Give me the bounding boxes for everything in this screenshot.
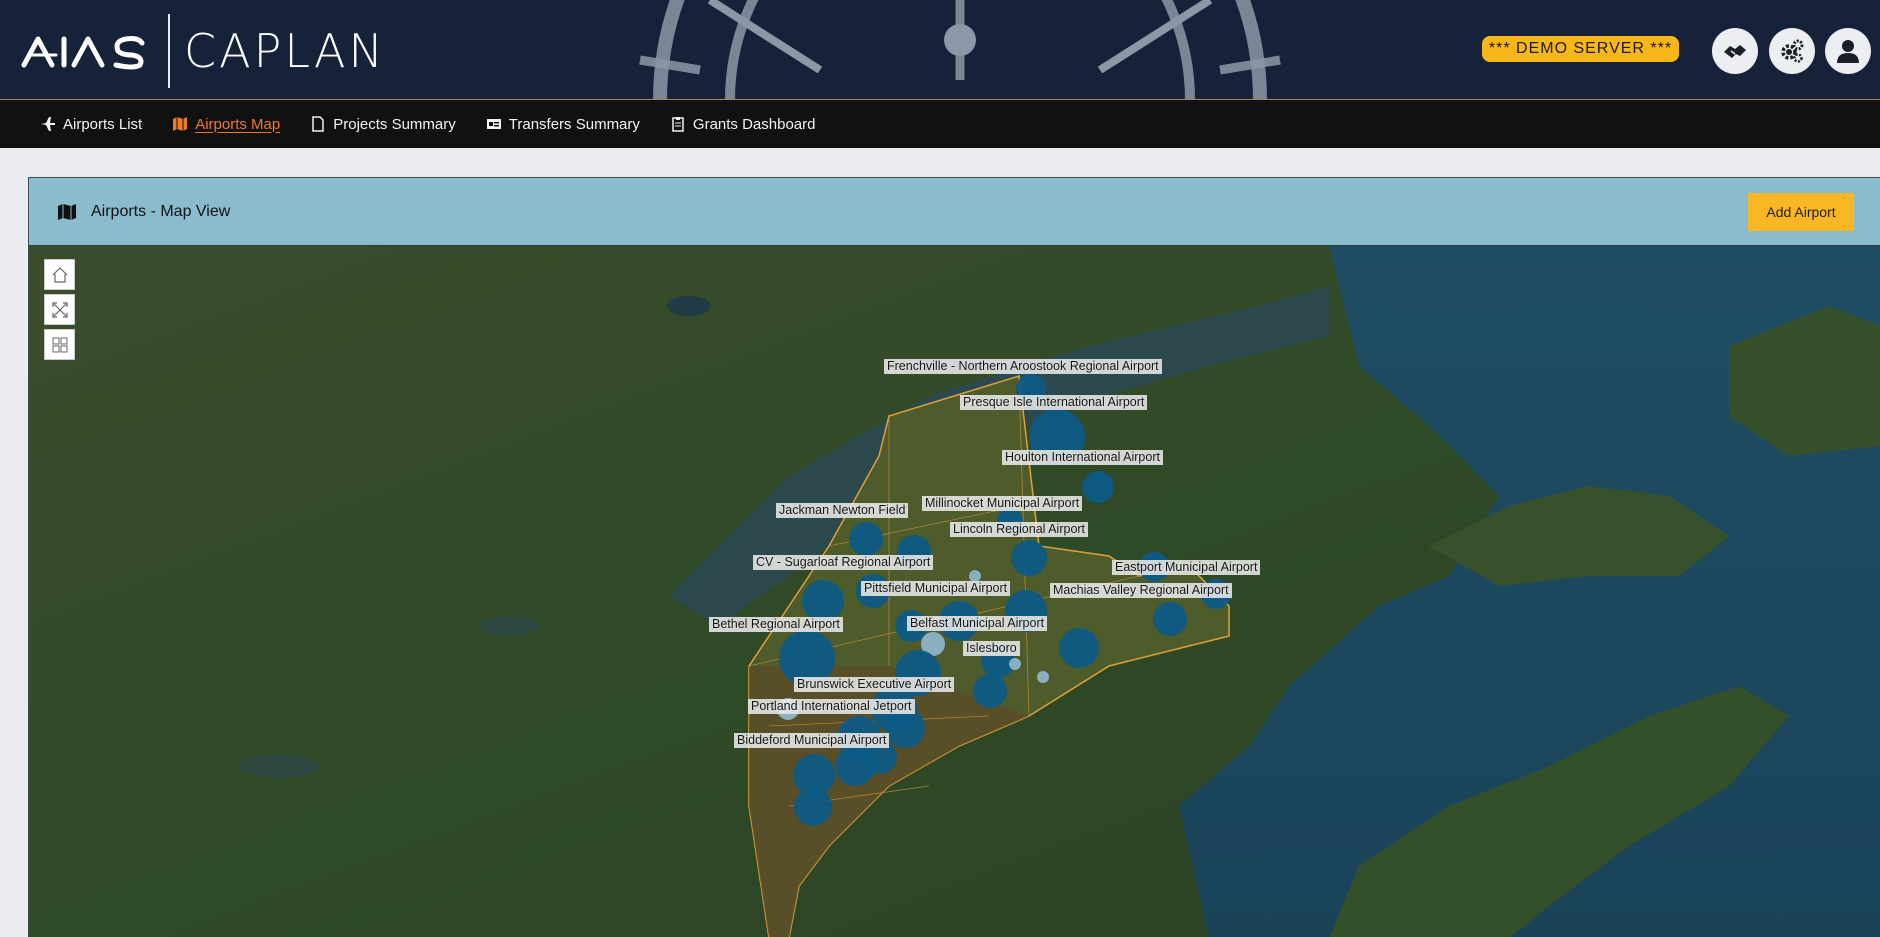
- airport-label: Islesboro: [963, 641, 1020, 656]
- airport-bubble[interactable]: [1059, 628, 1099, 668]
- top-header: CAPLAN *** DEMO SERVER ***: [0, 0, 1880, 100]
- airport-bubble[interactable]: [849, 522, 883, 556]
- airport-label: Brunswick Executive Airport: [794, 677, 955, 692]
- airport-label: Belfast Municipal Airport: [907, 616, 1048, 631]
- airport-label: Jackman Newton Field: [776, 503, 909, 518]
- nav-transfers-summary[interactable]: Transfers Summary: [486, 116, 640, 133]
- gears-icon: [1781, 39, 1804, 63]
- brand[interactable]: CAPLAN: [20, 14, 386, 88]
- airport-bubble[interactable]: [802, 580, 844, 622]
- plane-icon: [40, 116, 56, 132]
- nav-label: Airports List: [63, 115, 143, 133]
- settings-button[interactable]: [1769, 28, 1815, 74]
- airport-bubble[interactable]: [1037, 671, 1049, 683]
- airport-label: Machias Valley Regional Airport: [1050, 583, 1232, 598]
- airport-label: CV - Sugarloaf Regional Airport: [753, 555, 934, 570]
- nav-label: Airports Map: [195, 115, 281, 133]
- add-airport-button[interactable]: Add Airport: [1748, 193, 1854, 231]
- airport-label: Pittsfield Municipal Airport: [861, 581, 1011, 596]
- home-control[interactable]: [44, 259, 75, 290]
- map-icon: [172, 116, 188, 132]
- expand-icon: [51, 301, 68, 318]
- brand-separator: [168, 14, 170, 88]
- airport-bubble[interactable]: [1082, 471, 1114, 503]
- airport-label: Lincoln Regional Airport: [950, 522, 1089, 537]
- card-title: Airports - Map View: [57, 178, 230, 246]
- airport-bubble[interactable]: [1009, 658, 1021, 670]
- handshake-icon: [1724, 45, 1746, 58]
- fullscreen-control[interactable]: [44, 294, 75, 325]
- demo-server-badge: *** DEMO SERVER ***: [1482, 36, 1679, 62]
- nav-airports-map[interactable]: Airports Map: [172, 116, 280, 133]
- map-card: Airports - Map View Add Airport Frenchvi…: [28, 177, 1880, 937]
- aias-logo: [21, 36, 145, 70]
- home-icon: [52, 266, 67, 283]
- airport-label: Eastport Municipal Airport: [1112, 560, 1261, 575]
- grid-icon: [52, 337, 67, 352]
- compass-decoration: [639, 0, 1281, 100]
- airport-label: Frenchville - Northern Aroostook Regiona…: [884, 359, 1162, 374]
- airport-bubble[interactable]: [794, 788, 832, 826]
- airport-bubble[interactable]: [885, 708, 925, 748]
- nav-projects-summary[interactable]: Projects Summary: [310, 116, 456, 133]
- airport-label: Biddeford Municipal Airport: [734, 733, 890, 748]
- map-icon: [58, 204, 76, 220]
- nav-grants-dashboard[interactable]: Grants Dashboard: [670, 115, 816, 133]
- clipboard-icon: [670, 116, 686, 132]
- card-title-text: Airports - Map View: [91, 203, 231, 220]
- nav-airports-list[interactable]: Airports List: [40, 116, 142, 133]
- airport-label: Houlton International Airport: [1002, 450, 1163, 465]
- nav-label: Grants Dashboard: [692, 115, 816, 133]
- airport-label: Bethel Regional Airport: [709, 617, 843, 632]
- user-icon: [1837, 40, 1859, 63]
- main-nav: Airports List Airports Map Projects Summ…: [0, 100, 1880, 148]
- map-view[interactable]: Frenchville - Northern Aroostook Regiona…: [29, 246, 1880, 937]
- airport-bubble[interactable]: [1153, 602, 1187, 636]
- airport-label: Portland International Jetport: [748, 699, 915, 714]
- airport-label: Millinocket Municipal Airport: [922, 496, 1083, 511]
- airport-bubble[interactable]: [1011, 540, 1047, 576]
- id-card-icon: [486, 116, 502, 132]
- basemap-control[interactable]: [44, 329, 75, 360]
- airport-bubble[interactable]: [973, 674, 1007, 708]
- nav-label: Projects Summary: [333, 115, 456, 133]
- airport-label: Presque Isle International Airport: [960, 395, 1148, 410]
- document-icon: [310, 116, 326, 132]
- nav-label: Transfers Summary: [508, 115, 640, 133]
- transfer-button[interactable]: [1712, 28, 1758, 74]
- app-name: CAPLAN: [184, 24, 386, 78]
- card-header: Airports - Map View Add Airport: [29, 178, 1880, 246]
- user-button[interactable]: [1825, 28, 1871, 74]
